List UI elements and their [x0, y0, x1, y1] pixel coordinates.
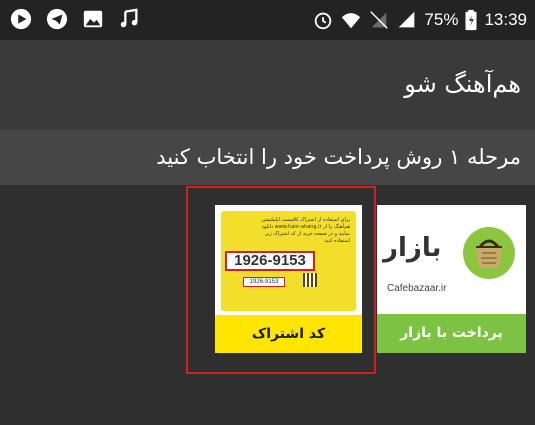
qr-code-icon [303, 273, 317, 287]
shopping-bag-icon [476, 239, 502, 268]
subscription-code-image[interactable]: برای استفاده از اشتراک کافیست اپلیکیشن ه… [215, 205, 362, 315]
subscription-code-large: 1926-9153 [225, 251, 315, 271]
clock: 13:39 [484, 10, 527, 29]
step-header: مرحله ۱ روش پرداخت خود را انتخاب کنید [0, 130, 535, 185]
subscription-code-small: 1926-9153 [243, 277, 285, 287]
bazaar-brand-word: بازار [383, 233, 442, 263]
step-title: مرحله ۱ روش پرداخت خود را انتخاب کنید [156, 145, 521, 169]
status-bar: 75% 13:39 [0, 0, 535, 40]
battery-percent: 75% [424, 10, 459, 29]
no-signal-icon [370, 11, 389, 29]
signal-icon [399, 11, 415, 28]
subscription-card: برای استفاده از اشتراک کافیست اپلیکیشن ه… [221, 211, 356, 311]
notification-icons [10, 8, 140, 30]
wifi-icon [342, 13, 361, 29]
telegram-icon [46, 8, 68, 30]
alarm-icon [315, 12, 332, 30]
play-icon [10, 8, 32, 30]
music-note-icon [120, 8, 138, 28]
subscription-code-button[interactable]: کد اشتراک [215, 315, 362, 353]
battery-icon [465, 9, 477, 31]
app-title: هم‌آهنگ شو [404, 70, 521, 98]
bazaar-logo-image[interactable]: بازار Cafebazaar.ir [377, 205, 526, 314]
bazaar-payment-option[interactable]: بازار Cafebazaar.ir پرداخت با بازار [377, 205, 526, 353]
bazaar-site: Cafebazaar.ir [387, 283, 447, 294]
pay-with-bazaar-button[interactable]: پرداخت با بازار [377, 314, 526, 353]
image-icon [83, 10, 103, 28]
app-bar: هم‌آهنگ شو [0, 40, 535, 130]
subscription-card-text: برای استفاده از اشتراک کافیست اپلیکیشن ه… [261, 217, 350, 244]
system-status: 75% 13:39 [312, 0, 527, 40]
bazaar-bag-icon [463, 227, 515, 279]
